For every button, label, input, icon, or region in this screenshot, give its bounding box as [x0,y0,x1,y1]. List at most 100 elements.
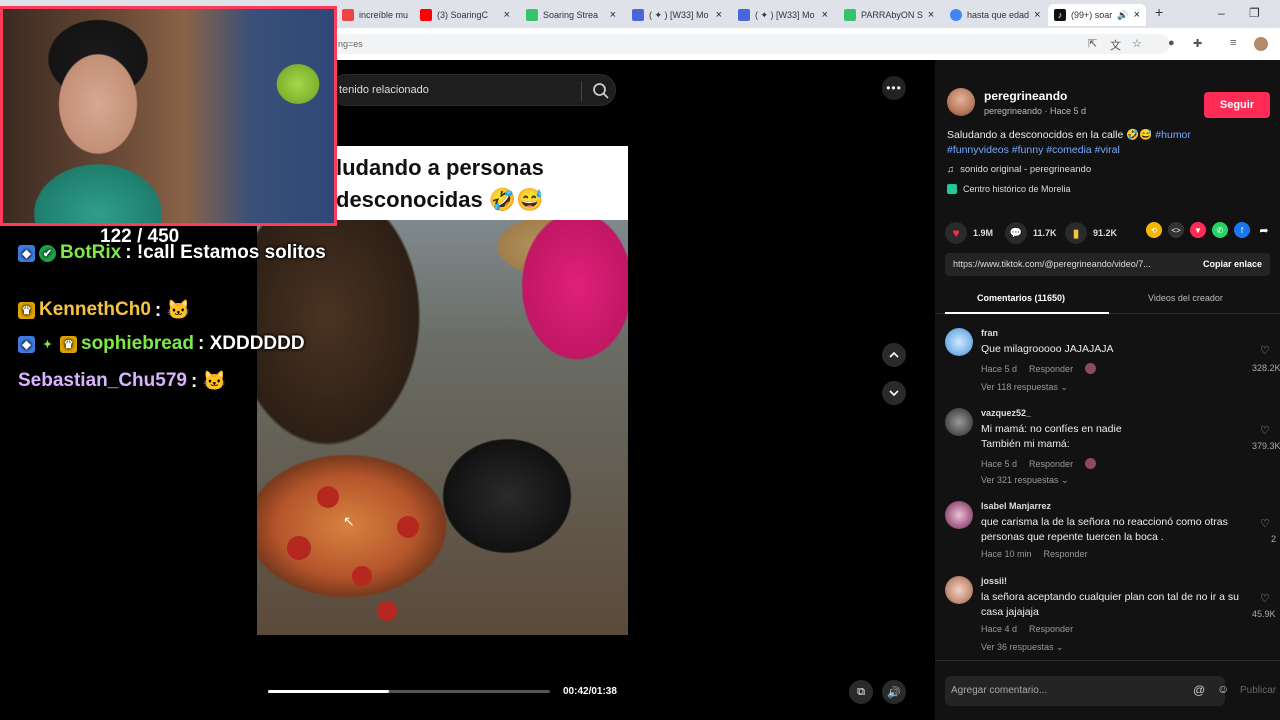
mention-icon[interactable]: @ [1193,683,1205,697]
video-link[interactable]: https://www.tiktok.com/@peregrineando/vi… [953,259,1151,269]
kick-icon [844,9,856,21]
comment-heart-icon[interactable]: ♡ [1260,592,1270,605]
tab-label: hasta que edad [967,10,1030,20]
emoji-icon[interactable]: ☺ [1217,682,1229,696]
url-field[interactable]: ng=es [330,34,1170,54]
save-stat[interactable]: ▮ 91.2K [1065,222,1117,244]
author-avatar[interactable] [947,88,975,116]
browser-tab[interactable]: hasta que edad × [944,4,1046,26]
view-replies-button[interactable]: Ver 321 respuestas ⌄ [981,475,1069,486]
active-tab-underline [945,312,1109,314]
record-icon[interactable]: ● [1168,37,1175,49]
location-tag[interactable]: Centro histórico de Morelia [947,184,1071,194]
bookmark-icon: ▮ [1065,222,1087,244]
share-arrow-icon[interactable]: ➦ [1256,222,1272,238]
speaker-icon[interactable]: 🔊 [1117,10,1128,21]
progress-bar[interactable] [268,690,550,693]
sound-name: sonido original - peregrineando [960,164,1092,175]
comment-like-count: 379.3K [1252,441,1280,451]
browser-tab-active[interactable]: ♪ (99+) soar 🔊 × [1048,4,1146,26]
browser-tab[interactable]: ( ✦ ) [W33] Mo × [626,4,728,26]
sound-line[interactable]: ♫ sonido original - peregrineando [947,164,1091,175]
divider [935,660,1280,661]
commenter-avatar[interactable] [945,576,973,604]
author-name[interactable]: peregrineando [984,89,1067,103]
comment-heart-icon[interactable]: ♡ [1260,424,1270,437]
browser-tab[interactable]: increíble mu × [336,4,410,26]
search-input[interactable]: tenido relacionado [339,84,429,96]
translate-icon[interactable]: 文 [1110,37,1121,53]
reply-button[interactable]: Responder [1029,364,1073,374]
search-icon[interactable] [591,81,611,101]
mini-player-icon[interactable]: ⧉ [849,680,873,704]
google-icon [950,9,962,21]
view-replies-button[interactable]: Ver 118 respuestas ⌄ [981,382,1068,393]
tab-comments[interactable]: Comentarios (11650) [977,293,1065,303]
tab-label: Soaring Strea [543,10,599,20]
comment-meta: Hace 4 d Responder [981,624,1073,634]
chat-username[interactable]: KennethCh0 [39,299,151,321]
follow-button[interactable]: Seguir [1204,92,1270,118]
panel-tabs: Comentarios (11650) Videos del creador [935,288,1280,314]
close-icon[interactable]: × [822,9,828,21]
close-icon[interactable]: × [928,9,934,21]
comment-stat[interactable]: 💬 11.7K [1005,222,1057,244]
chat-username[interactable]: Sebastian_Chu579 [18,370,187,392]
reply-button[interactable]: Responder [1044,549,1088,559]
hashtags[interactable]: #funnyvideos #funny #comedia #viral [947,144,1120,156]
commenter-avatar[interactable] [945,501,973,529]
close-icon[interactable]: × [1134,9,1140,21]
comment-heart-icon[interactable]: ♡ [1260,517,1270,530]
more-options-icon[interactable]: ••• [882,76,906,100]
comment-heart-icon[interactable]: ♡ [1260,344,1270,357]
chevron-up-icon[interactable] [882,343,906,367]
commenter-avatar[interactable] [945,408,973,436]
repost-icon[interactable]: ⟲ [1146,222,1162,238]
comment-username[interactable]: jossii! [981,576,1007,586]
volume-icon[interactable]: 🔊 [882,680,906,704]
comment-username[interactable]: vazquez52_ [981,408,1031,418]
tab-label: PARRAbyON S [861,10,923,20]
like-stat[interactable]: ♥ 1.9M [945,222,993,244]
profile-avatar[interactable] [1254,37,1268,51]
search-bar[interactable]: tenido relacionado [330,74,616,106]
browser-tab[interactable]: (3) SoaringC × [414,4,516,26]
details-panel: peregrineando peregrineando · Hace 5 d S… [935,60,1280,720]
comment-username[interactable]: fran [981,328,998,338]
extensions-icon[interactable]: ✚ [1193,37,1202,50]
close-icon[interactable]: × [610,9,616,21]
chat-text: : XDDDDDD [197,333,305,354]
chat-username[interactable]: sophiebread [81,333,194,355]
close-icon[interactable]: × [716,9,722,21]
restore-icon[interactable]: ❐ [1249,6,1260,20]
bookmark-star-icon[interactable]: ☆ [1132,37,1142,50]
copy-link-button[interactable]: Copiar enlace [1203,259,1262,269]
chat-username[interactable]: BotRix [60,242,121,264]
chevron-down-icon[interactable] [882,381,906,405]
post-comment-button[interactable]: Publicar [1240,685,1276,696]
embed-icon[interactable]: <> [1168,222,1184,238]
browser-tab[interactable]: Soaring Strea × [520,4,622,26]
new-tab-icon[interactable]: + [1155,4,1163,20]
hashtag[interactable]: #humor [1155,129,1191,141]
whatsapp-icon[interactable]: ✆ [1212,222,1228,238]
comment-username[interactable]: Isabel Manjarrez [981,501,1051,511]
close-icon[interactable]: × [1034,9,1040,21]
comment-like-count: 328.2K [1252,363,1280,373]
install-icon[interactable]: ⇱ [1088,37,1097,50]
menu-list-icon[interactable]: ≡ [1230,37,1236,49]
close-icon[interactable]: × [504,9,510,21]
view-replies-button[interactable]: Ver 36 respuestas ⌄ [981,642,1064,653]
tab-creator-videos[interactable]: Videos del creador [1148,293,1223,303]
send-icon[interactable]: ▼ [1190,222,1206,238]
commenter-avatar[interactable] [945,328,973,356]
minimize-icon[interactable]: – [1218,6,1225,20]
chat-message: ◆ ✔ BotRix : !call Estamos solitos [18,242,326,264]
browser-tab[interactable]: PARRAbyON S × [838,4,940,26]
comment-input[interactable]: Agregar comentario... @ ☺ [945,676,1229,706]
reply-button[interactable]: Responder [1029,459,1073,469]
browser-tab[interactable]: ( ✦ ) [W33] Mo × [732,4,834,26]
crown-badge-icon: ♛ [60,335,77,353]
reply-button[interactable]: Responder [1029,624,1073,634]
facebook-icon[interactable]: f [1234,222,1250,238]
